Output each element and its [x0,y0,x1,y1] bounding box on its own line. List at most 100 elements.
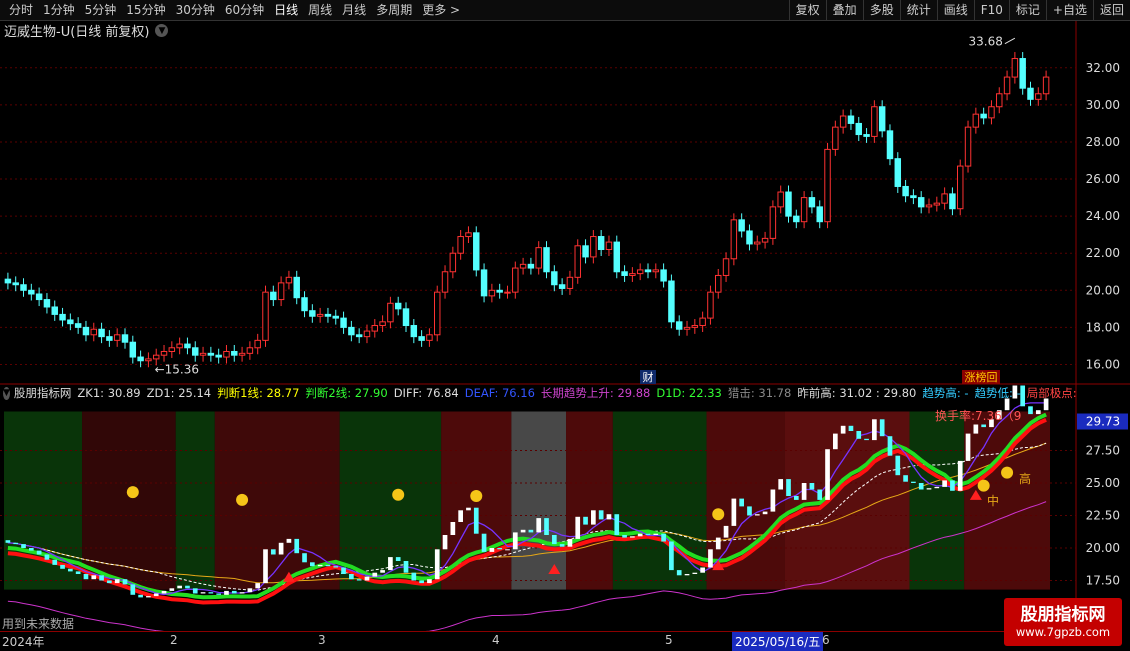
candle-body [675,321,683,330]
indicator-candle [793,496,799,500]
candle-body [621,271,628,276]
price-tick-label: 24.00 [1086,209,1120,223]
indicator-label-mid: 中 [987,493,999,508]
candle-body [355,334,363,338]
candle-body [512,267,519,293]
candle-body [480,269,488,297]
indicator-zone [964,411,1050,590]
candle-body [824,148,831,223]
signal-face-icon [1001,466,1014,479]
indicator-candle [598,510,604,520]
indicator-candle [372,572,378,577]
indicator-candle [403,561,409,573]
candle-body [808,197,816,208]
indicator-value-bar: ▼ 股朋指标网 ZK1: 30.89 ZD1: 25.14 判断1线: 28.77 判… [0,385,1076,401]
indicator-candle [715,537,721,550]
indicator-zone [612,411,707,590]
candle-body [902,185,909,197]
candle-body [816,206,823,223]
indicator-candle [68,568,73,572]
candle-body [137,356,144,362]
candle-body [535,247,542,269]
indicator-candle [934,486,940,489]
candle-body [340,317,347,328]
candle-body [988,106,995,119]
indicator-candle [309,562,315,567]
candle-body [777,191,784,208]
candle-body [863,134,870,137]
indicator-candle [411,572,417,581]
high-price-label: 33.68 [969,35,1003,49]
candle-body [113,334,121,341]
candle-body [1003,76,1011,95]
indicator-candle [1035,410,1041,415]
indicator-candle [903,475,908,482]
watermark-title: 股朋指标网 [1020,605,1106,625]
indicator-candle [450,522,456,535]
indicator-name[interactable]: 股朋指标网 [14,385,72,401]
indicator-tick-label: 17.50 [1086,574,1120,588]
candle-body [668,280,675,323]
zhangting-marker: 涨榜回 [965,370,998,384]
indicator-candle [91,575,97,580]
candle-body [847,115,855,124]
candle-body [371,325,379,332]
candle-body [699,317,706,327]
candle-body [925,204,933,208]
candle-body [285,276,293,284]
indicator-candle [60,564,65,569]
indicator-candle [231,590,237,594]
candle-body [941,193,948,204]
indicator-value-7: D1D: 22.33 [656,386,722,400]
candle-body [785,191,792,217]
candle-body [800,197,808,223]
candle-body [980,113,987,119]
indicator-candle [637,533,643,537]
indicator-candle [723,525,729,538]
candle-body [223,350,230,358]
indicator-candle [762,511,768,515]
indicator-candle [52,559,58,565]
indicator-candle [950,480,955,491]
indicator-candle [872,419,877,441]
candle-body [473,232,480,271]
candle-body [433,291,441,336]
candle-body [426,334,433,341]
price-chart[interactable]: 32.00 30.00 28.00 26.00 24.00 22.00 20.00 18.00… [0,0,1130,650]
candle-body [754,241,761,245]
candle-body [605,241,613,251]
month-label-3: 4 [492,633,500,647]
indicator-menu-icon[interactable]: ▼ [3,386,10,400]
indicator-candle [153,593,159,597]
candle-body [1027,87,1034,100]
candle-body [387,302,394,323]
candle-body [4,278,12,284]
price-tick-label: 22.00 [1086,246,1120,260]
indicator-candle [895,455,901,476]
candle-body [738,219,745,232]
indicator-candle [130,584,136,595]
indicator-candle [36,550,42,555]
indicator-zone [214,411,340,590]
indicator-candle [981,424,986,428]
indicator-candle [520,529,526,533]
candle-body [613,241,621,273]
month-label-0: 2024年 [2,635,45,649]
indicator-candle [1028,406,1033,415]
candle-body [43,299,51,308]
indicator-value-0: ZK1: 30.89 [77,386,141,400]
indicator-candle [107,580,112,584]
indicator-candle [21,544,26,548]
indicator-candle [583,516,588,525]
indicator-candle [887,436,893,456]
high-pointer [1004,37,1016,45]
indicator-tick-label: 20.00 [1086,541,1120,555]
candle-body [996,93,1003,108]
candle-body [629,273,636,276]
candle-body [1011,58,1019,78]
candle-body [332,315,339,319]
candle-body [878,106,886,132]
indicator-candle [192,588,198,594]
indicator-candle [645,533,651,535]
indicator-candle [801,483,807,500]
